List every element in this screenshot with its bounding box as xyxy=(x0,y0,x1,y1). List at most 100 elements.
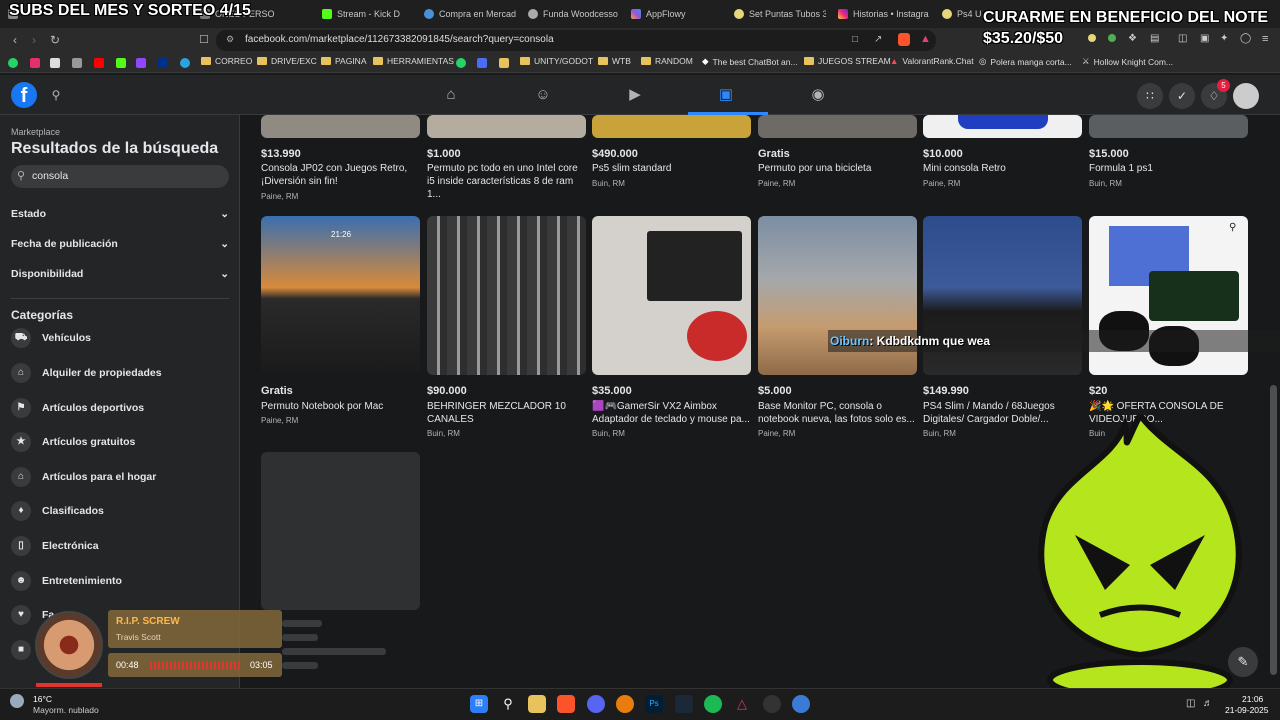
volume-icon[interactable]: ♬ xyxy=(1203,698,1213,709)
tab-7[interactable]: Set Puntas Tubos 3/ xyxy=(734,4,826,24)
wallet-icon[interactable]: ▣ xyxy=(1200,33,1209,44)
youtube-icon[interactable] xyxy=(94,58,104,68)
tab-6[interactable]: AppFlowy xyxy=(631,4,721,24)
brave-icon[interactable] xyxy=(557,695,575,713)
start-icon[interactable]: ⊞ xyxy=(470,695,488,713)
extension-icon[interactable] xyxy=(1108,34,1116,42)
scrollbar[interactable] xyxy=(1270,385,1277,675)
home-icon[interactable]: ⌂ xyxy=(442,86,460,104)
search-icon[interactable]: ⚲ xyxy=(499,695,517,713)
app-icon[interactable]: △ xyxy=(733,695,751,713)
kick-icon[interactable] xyxy=(116,58,126,68)
category-deportivos[interactable]: ⚑ Artículos deportivos xyxy=(11,398,144,418)
obs-icon[interactable] xyxy=(763,695,781,713)
listing-image[interactable] xyxy=(923,115,1082,138)
apple-icon[interactable] xyxy=(72,58,82,68)
zoom-icon[interactable]: ⚲ xyxy=(1229,222,1236,233)
instagram-icon[interactable] xyxy=(30,58,40,68)
file-explorer-icon[interactable] xyxy=(528,695,546,713)
bookmark-folder[interactable]: UNITY/GODOT xyxy=(520,56,593,66)
listing-image[interactable]: 21:26 xyxy=(261,216,420,375)
brave-shield-icon[interactable] xyxy=(898,33,910,46)
filter-disponibilidad[interactable]: Disponibilidad ⌄ xyxy=(11,268,229,280)
bookmark-folder[interactable]: WTB xyxy=(598,56,631,66)
bookmark-link[interactable]: ⚔ Hollow Knight Com... xyxy=(1082,56,1173,67)
bookmark-link[interactable]: ◎ Polera manga corta... xyxy=(979,56,1072,67)
listing-title[interactable]: 🟪🎮GamerSir VX2 Aimbox Adaptador de tecla… xyxy=(592,400,751,426)
forward-icon[interactable]: › xyxy=(27,33,41,47)
install-icon[interactable]: □ xyxy=(852,34,858,45)
telegram-icon[interactable] xyxy=(180,58,190,68)
listing-image[interactable] xyxy=(261,115,420,138)
listing-image[interactable] xyxy=(592,115,751,138)
listing-title[interactable]: Base Monitor PC, consola o notebook nuev… xyxy=(758,400,917,426)
sidebar-icon[interactable]: ▤ xyxy=(1150,33,1159,44)
bookmark-icon[interactable]: ☐ xyxy=(197,33,211,47)
video-icon[interactable]: ▶ xyxy=(626,86,644,104)
discord-icon[interactable] xyxy=(587,695,605,713)
bookmark-link[interactable]: ◆ The best ChatBot an... xyxy=(702,56,798,67)
tab-5[interactable]: Funda Woodcesso xyxy=(528,4,620,24)
x-icon[interactable] xyxy=(50,58,60,68)
network-icon[interactable]: ◫ xyxy=(1186,698,1195,709)
category-alquiler[interactable]: ⌂ Alquiler de propiedades xyxy=(11,363,162,383)
extension-icon[interactable] xyxy=(1088,34,1096,42)
category-hogar[interactable]: ⌂ Artículos para el hogar xyxy=(11,467,156,487)
groups-icon[interactable]: ◉ xyxy=(809,86,827,104)
bookmark-folder[interactable]: CORREO xyxy=(201,56,252,66)
listing-title[interactable]: Mini consola Retro xyxy=(923,162,1082,175)
listing-title[interactable]: Ps5 slim standard xyxy=(592,162,751,175)
spotify-icon[interactable] xyxy=(704,695,722,713)
green-circle-icon[interactable] xyxy=(456,58,466,68)
category-vehiculos[interactable]: ⛟ Vehículos xyxy=(11,328,91,348)
listing-title[interactable]: Permuto pc todo en uno Intel core i5 ins… xyxy=(427,162,586,201)
filter-estado[interactable]: Estado ⌄ xyxy=(11,208,229,220)
leo-icon[interactable]: ✦ xyxy=(1220,33,1228,44)
bookmark-folder[interactable]: JUEGOS STREAM xyxy=(804,56,891,66)
friends-icon[interactable]: ☺ xyxy=(534,86,552,104)
search-input[interactable]: ⚲ consola xyxy=(11,165,229,188)
whatsapp-icon[interactable] xyxy=(8,58,18,68)
category-gratuitos[interactable]: ★ Artículos gratuitos xyxy=(11,432,135,452)
bookmark-folder[interactable]: PAGINA xyxy=(321,56,367,66)
filter-fecha[interactable]: Fecha de publicación ⌄ xyxy=(11,238,229,250)
marketplace-icon[interactable]: ▣ xyxy=(717,86,735,104)
blue-app-icon[interactable] xyxy=(477,58,487,68)
listing-title[interactable]: Consola JP02 con Juegos Retro, ¡Diversió… xyxy=(261,162,420,188)
facebook-logo-icon[interactable]: f xyxy=(11,82,37,108)
listing-image[interactable] xyxy=(427,115,586,138)
listing-title[interactable]: Permuto Notebook por Mac xyxy=(261,400,420,413)
messenger-icon[interactable]: ✓ xyxy=(1169,83,1195,109)
listing-title[interactable]: BEHRINGER MEZCLADOR 10 CANALES xyxy=(427,400,567,426)
photoshop-icon[interactable]: Ps xyxy=(645,695,663,713)
menu-icon[interactable]: ≡ xyxy=(1262,33,1268,45)
vpn-icon[interactable]: ◯ xyxy=(1240,33,1251,44)
bookmark-link[interactable]: ▲ ValorantRank.Chat xyxy=(890,56,974,66)
bookmark-folder[interactable]: DRIVE/EXC xyxy=(257,56,317,66)
sidepanel-icon[interactable]: ◫ xyxy=(1178,33,1187,44)
category-clasificados[interactable]: ♦ Clasificados xyxy=(11,501,104,521)
listing-title[interactable]: Permuto por una bicicleta xyxy=(758,162,917,175)
extensions-icon[interactable]: ❖ xyxy=(1128,33,1137,44)
avatar[interactable] xyxy=(1233,83,1259,109)
paypal-icon[interactable] xyxy=(158,58,168,68)
category-electronica[interactable]: ▯ Electrónica xyxy=(11,536,99,556)
listing-image[interactable] xyxy=(758,115,917,138)
tab-9[interactable]: Ps4 Usad xyxy=(942,4,982,24)
tab-3[interactable]: Stream - Kick D xyxy=(322,4,412,24)
listing-image[interactable] xyxy=(427,216,586,375)
category-entretenimiento[interactable]: ☻ Entretenimiento xyxy=(11,571,122,591)
share-icon[interactable]: ↗ xyxy=(874,34,882,45)
app-icon[interactable] xyxy=(499,58,509,68)
tab-8[interactable]: Historias • Instagra xyxy=(838,4,930,24)
weather-icon[interactable] xyxy=(10,694,24,708)
address-bar[interactable]: ⚙ facebook.com/marketplace/1126733820918… xyxy=(216,30,936,51)
search-icon[interactable]: ⚲ xyxy=(47,86,65,104)
reload-icon[interactable]: ↻ xyxy=(48,33,62,47)
tab-4[interactable]: Compra en Mercad xyxy=(424,4,516,24)
brave-rewards-icon[interactable]: ▲ xyxy=(920,33,931,45)
globe-icon[interactable] xyxy=(792,695,810,713)
twitch-icon[interactable] xyxy=(136,58,146,68)
blender-icon[interactable] xyxy=(616,695,634,713)
menu-grid-icon[interactable]: ∷ xyxy=(1137,83,1163,109)
